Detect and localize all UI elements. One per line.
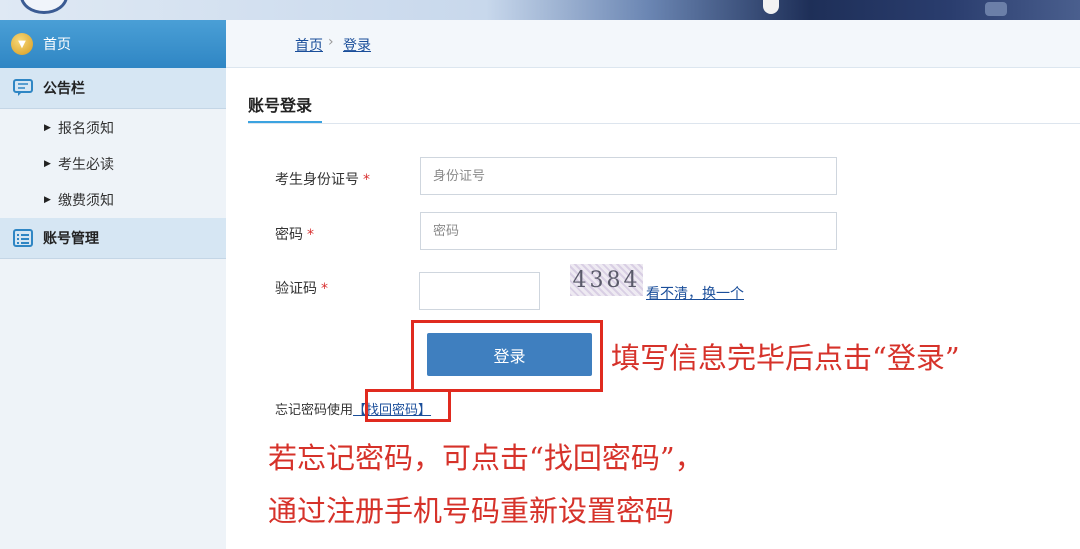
required-mark: *: [363, 172, 370, 188]
sidebar-item-registration-notice[interactable]: ▶ 报名须知: [0, 110, 226, 146]
id-number-label: 考生身份证号 *: [275, 169, 370, 189]
required-mark: *: [321, 281, 328, 297]
breadcrumb: 首页 › 登录: [226, 20, 1080, 68]
sidebar-section-bulletin[interactable]: 公告栏: [0, 68, 226, 109]
id-number-input[interactable]: [420, 157, 837, 195]
banner-emblem: [763, 0, 779, 14]
banner-decoration: [985, 2, 1007, 16]
captcha-input[interactable]: [419, 272, 540, 310]
forgot-password-annotation-line2: 通过注册手机号码重新设置密码: [268, 494, 675, 528]
sidebar-section-label: 公告栏: [43, 81, 85, 97]
sidebar: ▼ 首页 公告栏 ▶ 报名须知 ▶ 考生必读 ▶ 缴费须知 账号管理: [0, 20, 275, 549]
captcha-label: 验证码 *: [275, 278, 328, 298]
header-banner: [0, 0, 1080, 20]
list-icon: [13, 229, 33, 247]
chat-bubble-icon: [13, 79, 33, 97]
sidebar-item-home-label: 首页: [43, 37, 71, 53]
password-input[interactable]: [420, 212, 837, 250]
forgot-password-prefix: 忘记密码使用: [275, 403, 354, 418]
police-academy-seal: [20, 0, 68, 14]
recover-password-highlight-box: [365, 389, 451, 422]
sidebar-item-label: 报名须知: [58, 121, 114, 137]
required-mark: *: [307, 227, 314, 243]
divider: [248, 123, 1080, 124]
captcha-image[interactable]: 4384: [570, 264, 643, 296]
sidebar-section-account[interactable]: 账号管理: [0, 218, 226, 259]
password-label: 密码 *: [275, 224, 314, 244]
chevron-down-circle-icon: ▼: [11, 33, 33, 55]
login-instruction-annotation: 填写信息完毕后点击“登录”: [611, 341, 960, 375]
breadcrumb-separator: ›: [328, 34, 334, 50]
login-button[interactable]: 登录: [427, 333, 592, 376]
id-number-label-text: 考生身份证号: [275, 172, 359, 188]
breadcrumb-home-link[interactable]: 首页: [295, 35, 323, 55]
password-label-text: 密码: [275, 227, 303, 243]
forgot-password-annotation-line1: 若忘记密码，可点击“找回密码”，: [268, 441, 704, 475]
caret-right-icon: ▶: [44, 123, 51, 133]
captcha-label-text: 验证码: [275, 281, 317, 297]
caret-right-icon: ▶: [44, 159, 51, 169]
caret-right-icon: ▶: [44, 195, 51, 205]
captcha-refresh-link[interactable]: 看不清，换一个: [646, 283, 744, 303]
sidebar-item-candidate-guide[interactable]: ▶ 考生必读: [0, 146, 226, 182]
sidebar-item-label: 考生必读: [58, 157, 114, 173]
breadcrumb-current-link[interactable]: 登录: [343, 35, 371, 55]
sidebar-section-label: 账号管理: [43, 231, 99, 247]
page-title: 账号登录: [248, 96, 313, 115]
sidebar-item-label: 缴费须知: [58, 193, 114, 209]
sidebar-item-payment-notice[interactable]: ▶ 缴费须知: [0, 182, 226, 218]
